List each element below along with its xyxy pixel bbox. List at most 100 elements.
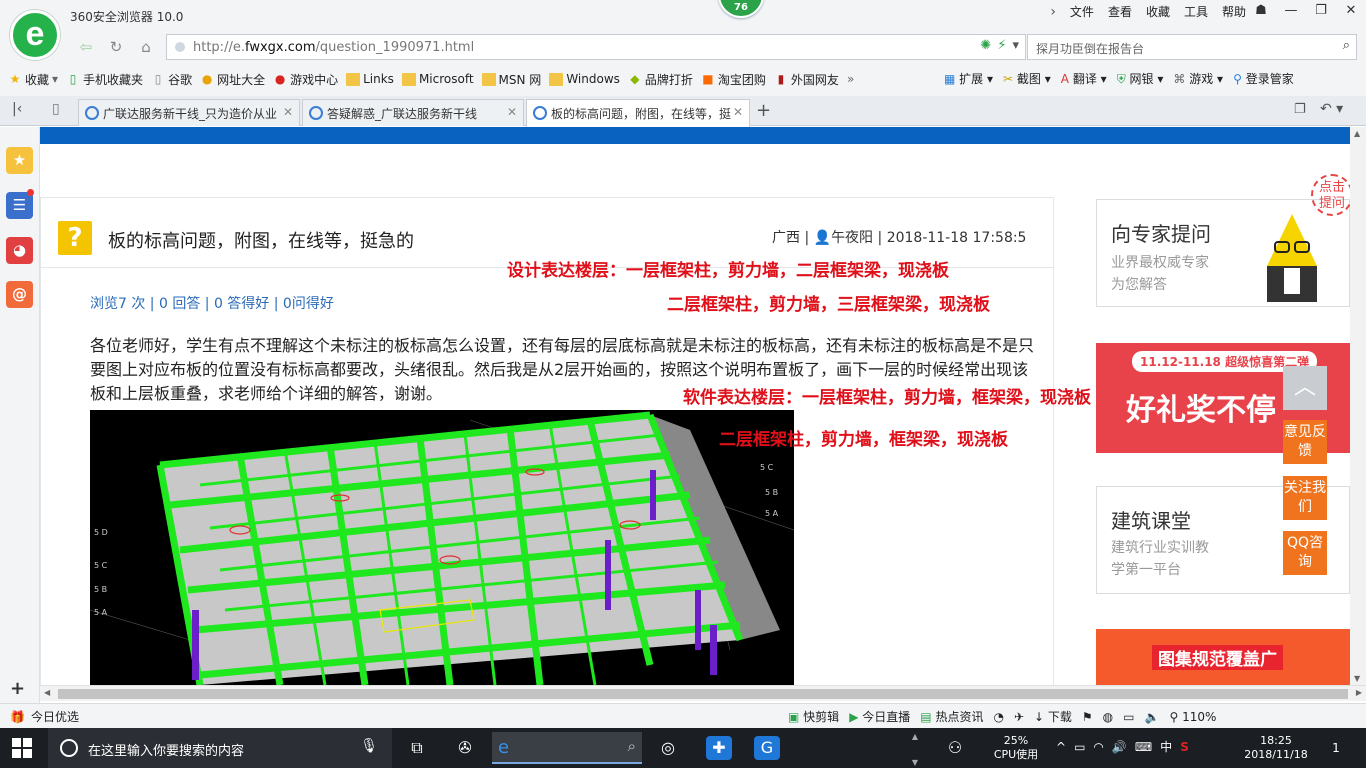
bookmark-hao[interactable]: ● 网址大全 [200,71,265,88]
bookmark-foreign[interactable]: ▮ 外国网友 [774,71,839,88]
search-box[interactable]: 探月功臣倒在报告台 ⌕ [1027,34,1357,60]
live-button[interactable]: ▶ 今日直播 [849,708,910,725]
extensions-button[interactable]: ▦ 扩展 ▾ [944,70,993,87]
dropdown-icon[interactable]: ▾ [1012,38,1019,53]
login-manager-button[interactable]: ⚲ 登录管家 [1233,70,1294,87]
scroll-right-icon[interactable]: ▶ [1356,688,1362,697]
pinwheel-app-icon[interactable]: ✇ [452,736,478,760]
address-bar[interactable]: http://e.fwxgx.com/question_1990971.html… [166,34,1026,60]
green-shield-icon[interactable]: ✺ [980,38,991,53]
news-button[interactable]: ▤ 热点资讯 [920,708,983,725]
menu-tools[interactable]: 工具 [1184,3,1208,20]
bookmarks-more[interactable]: » [847,72,854,86]
weibo-icon[interactable]: ◕ [6,237,33,264]
close-tab-icon[interactable]: ✕ [733,105,743,119]
email-icon[interactable]: @ [6,281,33,308]
horizontal-scrollbar[interactable]: ◀ ▶ [40,685,1366,701]
vertical-scrollbar[interactable]: ▲ ▼ [1350,127,1366,685]
ime-indicator[interactable]: 中 [1160,740,1172,754]
bookmark-links[interactable]: Links [346,72,394,86]
notification-center-icon[interactable]: 1 [1326,738,1346,758]
keyboard-icon[interactable]: ⌨ [1135,740,1152,754]
speed-icon[interactable]: ◔ [993,710,1003,724]
taskbar-ie-window[interactable]: e ⌕ [492,732,642,764]
glodon-app-icon[interactable]: ✚ [706,736,732,760]
menu-help[interactable]: 帮助 [1222,3,1246,20]
tray-up-icon[interactable]: ^ [1056,740,1066,754]
bookmark-google[interactable]: ▯ 谷歌 [151,71,192,88]
reader-icon[interactable]: ☰ [6,192,33,219]
glodon-g-icon[interactable]: G [754,736,780,760]
question-stats[interactable]: 浏览7 次 | 0 回答 | 0 答得好 | 0问得好 [90,293,334,313]
download-button[interactable]: ↓ 下载 [1034,708,1072,725]
scroll-up-icon[interactable]: ▲ [1354,129,1360,138]
qq-consult-button[interactable]: QQ咨询 [1283,531,1327,575]
clock[interactable]: 18:25 2018/11/18 [1236,734,1316,762]
screenshot-button[interactable]: ✂ 截图 ▾ [1003,70,1051,87]
menu-file[interactable]: 文件 [1070,3,1094,20]
follow-us-button[interactable]: 关注我们 [1283,476,1327,520]
skin-icon[interactable]: ☗ [1246,0,1276,24]
status-left[interactable]: 🎁 今日优选 [10,708,79,725]
taskbar-search[interactable]: 在这里输入你要搜索的内容 🎙 [48,728,392,768]
microphone-icon[interactable]: 🎙 [360,738,378,754]
tab-3-active[interactable]: 板的标高问题，附图，在线等，挺 ✕ [526,99,750,127]
site-info-icon[interactable] [175,42,185,52]
tool-icon[interactable]: ✈ [1014,710,1024,724]
sidebar-toggle-icon[interactable]: |‹ [12,101,22,117]
home-icon[interactable]: ⌂ [134,36,158,58]
globe-icon[interactable]: ◍ [1103,710,1113,724]
tab-2[interactable]: 答疑解惑_广联达服务新干线 ✕ [302,99,524,126]
sidebar-add-button[interactable]: + [10,678,25,699]
scroll-down-icon[interactable]: ▼ [1354,674,1360,683]
restore-tab-icon[interactable]: ❐ [1294,102,1306,117]
sogou-icon[interactable]: S [1180,740,1189,754]
close-tab-icon[interactable]: ✕ [283,105,293,119]
bookmark-windows[interactable]: Windows [549,72,620,86]
security-badge[interactable]: 76 [718,0,764,18]
people-icon[interactable]: ⚇ [942,736,968,760]
minimize-button[interactable]: — [1276,0,1306,24]
flag-icon[interactable]: ⚑ [1082,710,1093,724]
volume-icon[interactable]: 🔈 [1145,710,1160,724]
chevron-right-icon[interactable]: › [1050,4,1056,20]
browser-logo-icon[interactable]: e [10,10,60,60]
speed-mode-icon[interactable]: ⚡ [997,38,1006,53]
task-view-icon[interactable]: ⧉ [404,736,430,760]
back-icon[interactable]: ⇦ [74,36,98,58]
back-to-top-button[interactable]: ︿ [1283,366,1327,410]
speaker-icon[interactable]: 🔊 [1112,740,1127,754]
wifi-icon[interactable]: ◠ [1093,740,1103,754]
tab-1[interactable]: 广联达服务新干线_只为造价从业 ✕ [78,99,300,126]
menu-favorites[interactable]: 收藏 [1146,3,1170,20]
tab-list-icon[interactable]: ▯ [52,101,60,117]
menu-view[interactable]: 查看 [1108,3,1132,20]
refresh-icon[interactable]: ↻ [104,36,128,58]
undo-icon[interactable]: ↶ ▾ [1320,101,1343,117]
bank-button[interactable]: ⛨ 网银 ▾ [1117,70,1164,87]
zoom-button[interactable]: ⚲ 110% [1169,710,1216,724]
translate-button[interactable]: A 翻译 ▾ [1061,70,1107,87]
ask-bubble[interactable]: 点击提问 [1311,174,1353,216]
favorites-star-icon[interactable]: ★ [6,147,33,174]
scroll-left-icon[interactable]: ◀ [44,688,50,697]
bookmark-msn[interactable]: MSN 网 [481,71,541,88]
taskbar-scroll[interactable]: ▲ ▼ [905,728,925,768]
feedback-button[interactable]: 意见反馈 [1283,420,1327,464]
window-icon[interactable]: ▭ [1123,710,1134,724]
close-button[interactable]: ✕ [1336,0,1366,24]
search-icon[interactable]: ⌕ [1343,38,1350,53]
maximize-button[interactable]: ❐ [1306,0,1336,24]
bookmark-games[interactable]: ● 游戏中心 [273,71,338,88]
bookmark-taobao[interactable]: ■ 淘宝团购 [701,71,766,88]
scroll-thumb[interactable] [58,689,1348,699]
promo-banner-2[interactable]: 图集规范覆盖广 [1096,629,1350,689]
close-tab-icon[interactable]: ✕ [507,105,517,119]
ask-expert-card[interactable]: 向专家提问 业界最权威专家 为您解答 点击提问 [1096,174,1353,307]
cad-model-image[interactable]: 5 D 5 C 5 B 5 A 5 C 5 B 5 A [90,410,794,685]
new-tab-button[interactable]: + [756,100,771,121]
bookmark-microsoft[interactable]: Microsoft [401,72,474,86]
bookmark-mobile[interactable]: ▯ 手机收藏夹 [66,71,143,88]
quick-edit-button[interactable]: ▣ 快剪辑 [788,708,839,725]
chrome-like-icon[interactable]: ◎ [655,736,681,760]
